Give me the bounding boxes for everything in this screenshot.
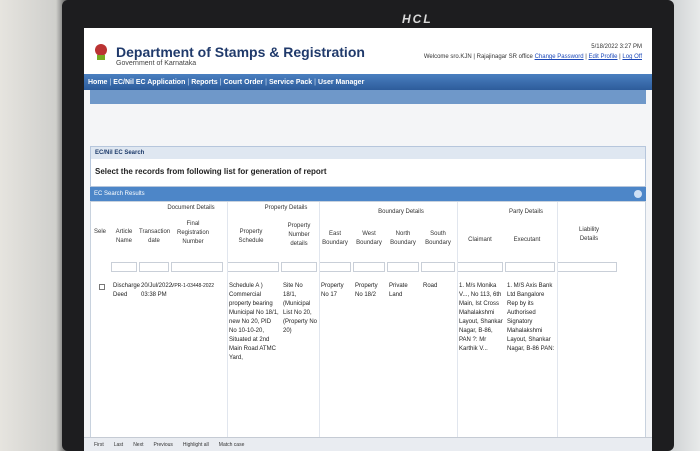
emblem-icon bbox=[95, 44, 107, 60]
column-divider bbox=[319, 202, 320, 448]
cell-south: Road bbox=[423, 283, 438, 289]
nav-separator: | bbox=[265, 78, 267, 86]
find-next[interactable]: Next bbox=[133, 442, 143, 448]
col-property-number[interactable]: Property Number details bbox=[281, 222, 317, 249]
filter-regno[interactable] bbox=[171, 262, 223, 272]
ec-search-section: EC/Nil EC Search Select the records from… bbox=[90, 146, 646, 187]
edit-profile-link[interactable]: Edit Profile bbox=[589, 54, 618, 60]
ec-search-title: EC/Nil EC Search bbox=[91, 147, 645, 159]
monitor-brand: HCL bbox=[402, 12, 433, 26]
cell-date: 20/Jul/2022 03:38 PM bbox=[141, 283, 173, 298]
find-last[interactable]: Last bbox=[114, 442, 123, 448]
col-executant[interactable]: Executant bbox=[505, 236, 549, 245]
current-datetime: 5/18/2022 3:27 PM bbox=[591, 44, 642, 50]
filter-article[interactable] bbox=[111, 262, 137, 272]
find-previous[interactable]: Previous bbox=[153, 442, 172, 448]
results-title: EC Search Results bbox=[94, 191, 145, 197]
cell-east: Property No 17 bbox=[321, 283, 344, 298]
filter-liability[interactable] bbox=[557, 262, 617, 272]
filter-property-no[interactable] bbox=[281, 262, 317, 272]
log-off-link[interactable]: Log Off bbox=[622, 54, 642, 60]
col-liability-details[interactable]: Liability Details bbox=[571, 226, 607, 244]
col-property-schedule[interactable]: Property Schedule bbox=[231, 228, 271, 246]
department-title: Department of Stamps & Registration bbox=[116, 44, 365, 60]
col-claimant[interactable]: Claimant bbox=[459, 236, 501, 245]
welcome-text: Welcome sro.KJN | Rajajinagar SR office bbox=[423, 54, 533, 60]
nav-separator: | bbox=[219, 78, 222, 86]
nav-home[interactable]: Home bbox=[88, 79, 107, 86]
filter-schedule[interactable] bbox=[227, 262, 279, 272]
group-document-details: Document Details bbox=[167, 205, 215, 211]
column-divider bbox=[227, 202, 228, 448]
col-west-boundary[interactable]: West Boundary bbox=[353, 230, 385, 248]
header-band bbox=[90, 90, 646, 104]
change-password-link[interactable]: Change Password bbox=[535, 54, 584, 60]
filter-north[interactable] bbox=[387, 262, 419, 272]
find-bar: First Last Next Previous Highlight all M… bbox=[84, 437, 652, 451]
col-article-name[interactable]: Article Name bbox=[111, 228, 137, 246]
nav-user-manager[interactable]: User Manager bbox=[318, 79, 364, 86]
government-subtitle: Government of Karnataka bbox=[116, 60, 197, 67]
col-transaction-date[interactable]: Transaction date bbox=[139, 228, 170, 246]
find-highlight-all[interactable]: Highlight all bbox=[183, 442, 209, 448]
col-north-boundary[interactable]: North Boundary bbox=[387, 230, 419, 248]
cell-executant: 1. M/S Axis Bank Ltd Bangalore Rep by it… bbox=[507, 283, 555, 352]
instruction-text: Select the records from following list f… bbox=[95, 167, 327, 176]
group-party-details: Party Details bbox=[508, 209, 543, 215]
app-header: Department of Stamps & Registration Gove… bbox=[84, 28, 652, 74]
nav-separator: | bbox=[314, 78, 316, 86]
cell-schedule: Schedule A ) Commercial property bearing… bbox=[229, 283, 279, 361]
cell-regno[interactable]: VPR-1-03448-2022 bbox=[171, 282, 227, 291]
row-select-checkbox[interactable] bbox=[99, 284, 105, 290]
results-grid: Document Details Property Details Bounda… bbox=[90, 201, 646, 448]
nav-ec-application[interactable]: EC/Nil EC Application bbox=[113, 79, 185, 86]
nav-service-pack[interactable]: Service Pack bbox=[269, 79, 312, 86]
welcome-bar: Welcome sro.KJN | Rajajinagar SR office … bbox=[423, 54, 642, 60]
cell-property-no: Site No 18/1, (Municipal List No 20, (Pr… bbox=[283, 283, 318, 334]
col-select: Sele bbox=[93, 229, 106, 235]
nav-separator: | bbox=[109, 78, 112, 86]
collapse-icon[interactable] bbox=[634, 190, 642, 198]
find-match-case[interactable]: Match case bbox=[219, 442, 245, 448]
filter-west[interactable] bbox=[353, 262, 385, 272]
cell-article: Discharge Deed bbox=[113, 283, 141, 298]
column-divider bbox=[457, 202, 458, 448]
filter-east[interactable] bbox=[319, 262, 351, 272]
cell-west: Property No 18/2 bbox=[355, 283, 378, 298]
results-title-bar: EC Search Results bbox=[90, 187, 646, 201]
column-divider bbox=[557, 202, 558, 448]
filter-executant[interactable] bbox=[505, 262, 555, 272]
cell-claimant: 1. M/s Monika V..., No 113, 6th Main, Is… bbox=[459, 283, 503, 352]
nav-court-order[interactable]: Court Order bbox=[223, 79, 263, 86]
group-property-details: Property Details bbox=[264, 205, 308, 211]
group-boundary-details: Boundary Details bbox=[378, 209, 424, 215]
filter-date[interactable] bbox=[139, 262, 169, 272]
browser-screen: Department of Stamps & Registration Gove… bbox=[84, 28, 652, 451]
col-south-boundary[interactable]: South Boundary bbox=[421, 230, 455, 248]
main-nav: Home | EC/Nil EC Application | Reports | Co… bbox=[84, 74, 652, 90]
cell-north: Private Land bbox=[389, 283, 408, 298]
col-final-registration-number[interactable]: Final Registration Number bbox=[171, 220, 215, 247]
find-first[interactable]: First bbox=[94, 442, 104, 448]
col-east-boundary[interactable]: East Boundary bbox=[319, 230, 351, 248]
filter-claimant[interactable] bbox=[457, 262, 503, 272]
filter-south[interactable] bbox=[421, 262, 455, 272]
nav-reports[interactable]: Reports bbox=[191, 79, 217, 86]
nav-separator: | bbox=[187, 78, 190, 86]
